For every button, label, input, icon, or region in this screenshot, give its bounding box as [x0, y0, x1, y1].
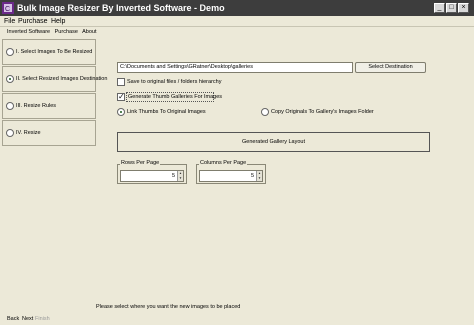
spinner-arrows-icon[interactable]: ▲ ▼	[256, 171, 262, 181]
step-resize-rules[interactable]: III. Resize Rules	[2, 93, 96, 119]
step-label: II. Select Resized Images Destination	[16, 76, 108, 82]
step-radio[interactable]	[6, 129, 14, 137]
rows-spinner[interactable]: 5 ▲ ▼	[120, 170, 184, 182]
menu-bar: File Purchase Help	[0, 16, 474, 27]
step-select-images[interactable]: I. Select Images To Be Resized	[2, 39, 96, 65]
columns-value: 5	[250, 173, 254, 179]
copy-originals-radio[interactable]	[261, 108, 269, 116]
menu-help[interactable]: Help	[51, 17, 65, 26]
back-button[interactable]: Back	[7, 316, 19, 322]
select-destination-button[interactable]: Select Destination	[355, 62, 426, 73]
next-button[interactable]: Next	[22, 316, 33, 322]
window-title: Bulk Image Resizer By Inverted Software …	[17, 3, 225, 13]
left-menu-purchase[interactable]: Purchase	[55, 29, 78, 35]
step-radio[interactable]	[6, 48, 14, 56]
left-menu-inverted-software[interactable]: Inverted Software	[7, 29, 50, 35]
left-menu-about[interactable]: About	[82, 29, 96, 35]
status-message: Please select where you want the new ima…	[96, 304, 241, 310]
menu-purchase[interactable]: Purchase	[18, 17, 48, 26]
destination-path-field[interactable]: C:\Documents and Settings\GRatner\Deskto…	[117, 62, 353, 73]
link-thumbs-label: Link Thumbs To Original Images	[127, 109, 206, 115]
left-menu: Inverted Software Purchase About	[7, 29, 100, 35]
rows-label: Rows Per Page	[120, 160, 161, 167]
step-select-destination[interactable]: II. Select Resized Images Destination	[2, 66, 107, 92]
link-thumbs-radio[interactable]	[117, 108, 125, 116]
spinner-arrows-icon[interactable]: ▲ ▼	[177, 171, 183, 181]
step-radio[interactable]	[6, 102, 14, 110]
save-original-checkbox[interactable]	[117, 78, 125, 86]
title-bar: C Bulk Image Resizer By Inverted Softwar…	[0, 0, 474, 16]
step-label: IV. Resize	[16, 130, 41, 136]
finish-button[interactable]: Finish	[35, 316, 50, 322]
generate-thumb-label: Generate Thumb Galleries For Images	[128, 94, 223, 100]
step-label: III. Resize Rules	[16, 103, 57, 109]
close-button[interactable]: ×	[458, 3, 469, 13]
columns-label: Columns Per Page	[199, 160, 248, 167]
menu-file[interactable]: File	[4, 17, 15, 26]
maximize-button[interactable]: □	[446, 3, 457, 13]
generate-thumb-checkbox[interactable]	[117, 92, 125, 102]
steps-panel: Inverted Software Purchase About I. Sele…	[1, 28, 107, 315]
step-resize[interactable]: IV. Resize	[2, 120, 96, 146]
columns-spinner[interactable]: 5 ▲ ▼	[199, 170, 263, 182]
app-icon: C	[2, 2, 14, 14]
copy-originals-label: Copy Originals To Gallery's Images Folde…	[271, 109, 374, 115]
step-label: I. Select Images To Be Resized	[16, 49, 93, 55]
rows-value: 5	[171, 173, 175, 179]
gallery-layout-header: Generated Gallery Layout	[117, 132, 430, 152]
step-radio[interactable]	[6, 75, 14, 83]
svg-text:C: C	[5, 6, 10, 13]
save-original-label: Save to original files / folders hierarc…	[127, 79, 222, 85]
minimize-button[interactable]: _	[434, 3, 445, 13]
